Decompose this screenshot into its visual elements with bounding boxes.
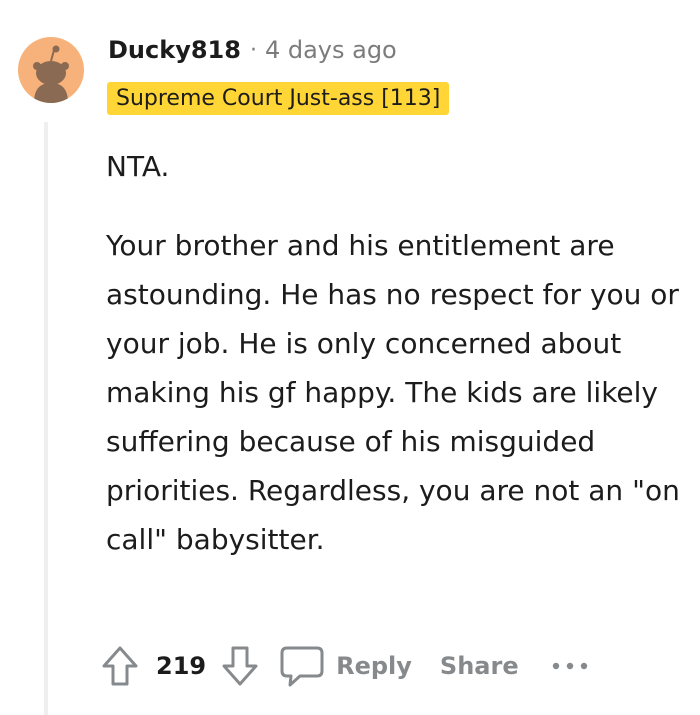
ellipsis-icon[interactable] xyxy=(551,660,589,672)
share-button[interactable]: Share xyxy=(440,652,519,680)
username-link[interactable]: Ducky818 xyxy=(108,36,241,64)
comment-paragraph: NTA. xyxy=(106,150,170,183)
comment-body: NTA. Your brother and his entitlement ar… xyxy=(106,142,691,564)
comment-meta: Ducky818 · 4 days ago xyxy=(108,33,397,67)
reply-button[interactable]: Reply xyxy=(278,644,412,688)
comment-paragraph: Your brother and his entitlement are ast… xyxy=(106,229,680,556)
thread-collapse-line[interactable] xyxy=(44,122,48,715)
meta-separator: · xyxy=(249,37,257,63)
avatar[interactable] xyxy=(18,37,84,103)
snoo-avatar-icon xyxy=(18,37,84,103)
comment-actions: 219 Reply Share xyxy=(100,638,589,694)
reply-label: Reply xyxy=(336,652,412,680)
vote-count: 219 xyxy=(156,652,207,680)
user-flair: Supreme Court Just-ass [113] xyxy=(107,82,450,115)
speech-bubble-icon xyxy=(278,644,326,688)
upvote-arrow-icon[interactable] xyxy=(100,644,140,688)
downvote-arrow-icon[interactable] xyxy=(220,644,260,688)
comment-timestamp[interactable]: 4 days ago xyxy=(265,36,397,64)
